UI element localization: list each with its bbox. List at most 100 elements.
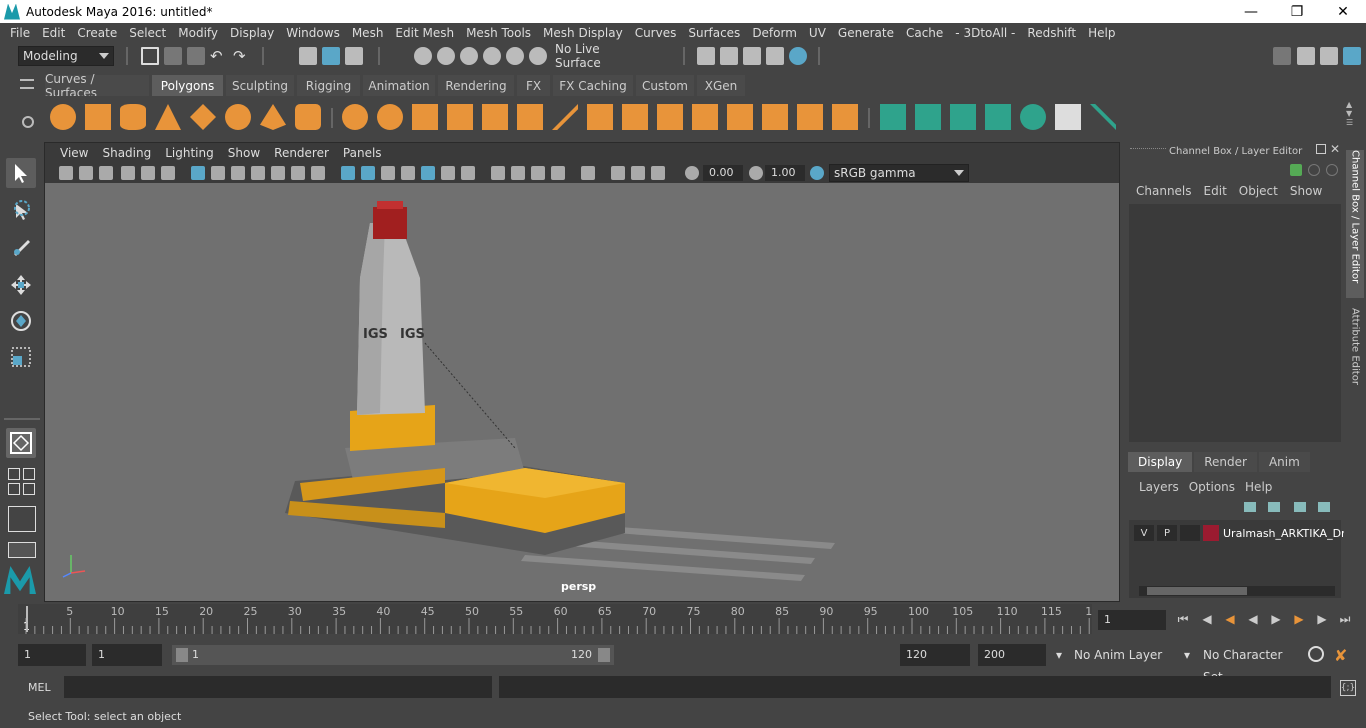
maximize-button[interactable]: ❐ [1274,0,1320,23]
render-settings-icon[interactable] [766,47,784,65]
character-set-dropdown[interactable]: No Character Set [1197,644,1301,684]
new-layer-icon[interactable] [1294,502,1306,512]
undo-icon[interactable]: ↶ [210,47,228,65]
snap-view-plane-icon[interactable] [483,47,501,65]
scene-start-field[interactable]: 1 [18,644,86,666]
manipulator-icon[interactable] [1290,164,1302,176]
attribute-editor-toggle-icon[interactable] [1297,47,1315,65]
mirror-icon[interactable] [412,104,438,130]
go-to-end-button[interactable]: ⏭ [1338,612,1352,626]
play-forwards-button[interactable]: ▶ [1269,612,1283,626]
menu-edit[interactable]: Edit [36,26,71,40]
tab-sculpting[interactable]: Sculpting [226,75,294,96]
shelf-menu-icon[interactable] [20,79,34,89]
menu-display[interactable]: Display [224,26,280,40]
perspective-viewport[interactable]: IGS IGS persp [45,183,1119,601]
playback-end-field[interactable]: 120 [900,644,970,666]
tab-fx-caching[interactable]: FX Caching [553,75,633,96]
paint-select-tool[interactable] [6,232,36,262]
layer-name[interactable]: Uralmash_ARKTIKA_Dri [1223,527,1349,540]
default-material-icon[interactable] [381,166,395,180]
xray-icon[interactable] [611,166,625,180]
textured-icon[interactable] [421,166,435,180]
multi-cut-icon[interactable] [552,104,578,130]
color-space-dropdown[interactable]: sRGB gamma [829,164,969,182]
channels-menu[interactable]: Channels [1130,184,1198,198]
smooth-shade-icon[interactable] [361,166,375,180]
viewport-menu-renderer[interactable]: Renderer [267,146,336,160]
poly-pyramid-icon[interactable] [260,104,286,130]
range-end-handle[interactable] [598,648,610,662]
smooth-icon[interactable] [447,104,473,130]
gate-mask-icon[interactable] [251,166,265,180]
poly-torus-icon[interactable] [225,104,251,130]
snap-point-icon[interactable] [460,47,478,65]
menu-redshift[interactable]: Redshift [1021,26,1082,40]
menu-deform[interactable]: Deform [746,26,803,40]
extrude-icon[interactable] [517,104,543,130]
menu-3dtoall[interactable]: - 3DtoAll - [949,26,1021,40]
scale-tool[interactable] [6,342,36,372]
tab-attribute-editor[interactable]: Attribute Editor [1346,308,1364,396]
layer-scrollbar[interactable] [1139,586,1335,596]
bookmark-icon[interactable] [99,166,113,180]
snap-curve-icon[interactable] [437,47,455,65]
viewport-menu-show[interactable]: Show [221,146,267,160]
tab-fx[interactable]: FX [517,75,550,96]
range-slider[interactable]: 1 120 [172,645,614,665]
tab-custom[interactable]: Custom [636,75,694,96]
tool-settings-toggle-icon[interactable] [1320,47,1338,65]
animation-preferences-icon[interactable]: ✘ [1334,646,1354,665]
lasso-tool[interactable] [6,196,36,226]
image-plane-icon[interactable] [121,166,135,180]
xray-active-icon[interactable] [631,166,645,180]
gamma-icon[interactable] [749,166,763,180]
poly-plane-icon[interactable] [190,104,216,130]
menu-help[interactable]: Help [1082,26,1121,40]
current-time-indicator[interactable] [26,606,28,632]
viewport-menu-view[interactable]: View [53,146,95,160]
ipr-render-icon[interactable] [743,47,761,65]
hyper-icon[interactable] [1326,164,1338,176]
safe-title-icon[interactable] [311,166,325,180]
two-d-pan-zoom-icon[interactable] [141,166,155,180]
planar-uv-icon[interactable] [880,104,906,130]
rotate-tool[interactable] [6,306,36,336]
step-back-frame-button[interactable]: ◀ [1200,612,1214,626]
channel-box-toggle-icon[interactable] [1343,47,1361,65]
history-icon[interactable] [529,47,547,65]
move-layer-up-icon[interactable] [1244,502,1256,512]
command-input[interactable] [64,676,492,698]
wireframe-on-shaded-icon[interactable] [401,166,415,180]
move-layer-down-icon[interactable] [1268,502,1280,512]
menuset-dropdown[interactable]: Modeling [18,46,114,66]
tab-polygons[interactable]: Polygons [152,75,223,96]
menu-mesh-tools[interactable]: Mesh Tools [460,26,537,40]
scene-end-field[interactable]: 200 [978,644,1046,666]
snap-grid-icon[interactable] [414,47,432,65]
offset-edge-loop-icon[interactable] [727,104,753,130]
select-by-object-icon[interactable] [322,47,340,65]
shelf-scroll-arrows-icon[interactable]: ▲ ▼ ☰ [1346,100,1353,127]
poly-sphere-icon[interactable] [50,104,76,130]
help-menu[interactable]: Help [1240,480,1277,494]
select-by-hierarchy-icon[interactable] [299,47,317,65]
float-panel-icon[interactable] [1316,144,1326,154]
render-sequence-icon[interactable] [720,47,738,65]
automatic-uv-icon[interactable] [985,104,1011,130]
scrollbar-thumb[interactable] [1147,587,1247,595]
merge-icon[interactable] [797,104,823,130]
tab-channel-box-layer-editor[interactable]: Channel Box / Layer Editor [1346,150,1364,298]
live-surface-field[interactable]: No Live Surface [551,42,649,70]
cylindrical-uv-icon[interactable] [915,104,941,130]
step-forward-key-button[interactable]: ▶ [1292,612,1306,626]
command-language-label[interactable]: MEL [28,681,51,694]
tab-curves-surfaces[interactable]: Curves / Surfaces [45,72,149,100]
depth-of-field-icon[interactable] [551,166,565,180]
tab-render[interactable]: Render [1194,452,1257,472]
film-gate-icon[interactable] [211,166,225,180]
render-current-frame-icon[interactable] [697,47,715,65]
motion-blur-icon[interactable] [511,166,525,180]
isolate-select-icon[interactable] [581,166,595,180]
layer-color-swatch[interactable] [1203,525,1219,541]
